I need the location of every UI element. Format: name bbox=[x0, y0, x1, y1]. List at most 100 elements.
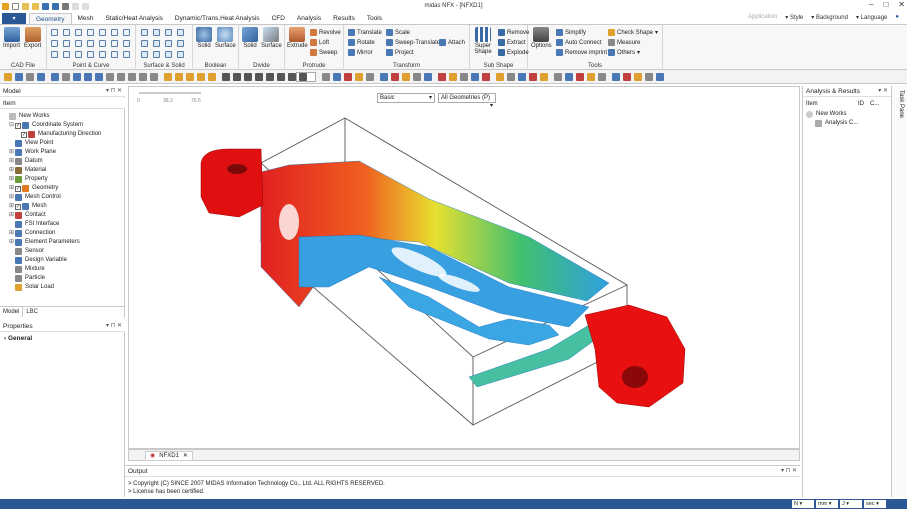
point-curve-tool-icon[interactable] bbox=[111, 51, 118, 58]
toolbar-tool-icon[interactable] bbox=[222, 73, 230, 81]
toolbar-tool-icon[interactable] bbox=[380, 73, 388, 81]
point-curve-tool-icon[interactable] bbox=[63, 40, 70, 47]
measure-button[interactable]: Measure bbox=[608, 38, 640, 47]
doc-tab-nfxd1[interactable]: ◉ NFXD1 ✕ bbox=[145, 451, 193, 461]
length-unit-select[interactable]: mm ▾ bbox=[816, 500, 838, 508]
options-button[interactable]: Options bbox=[531, 27, 552, 49]
point-curve-tool-icon[interactable] bbox=[87, 29, 94, 36]
tree-item-connection[interactable]: ⊞ Connection bbox=[9, 229, 55, 238]
point-curve-tool-icon[interactable] bbox=[99, 29, 106, 36]
tab-results[interactable]: Results bbox=[327, 13, 361, 24]
panel-controls[interactable]: ▾ ✕ bbox=[878, 86, 888, 97]
toolbar-tool-icon[interactable] bbox=[565, 73, 573, 81]
surface-solid-tool-icon[interactable] bbox=[165, 40, 172, 47]
toolbar-tool-icon[interactable] bbox=[4, 73, 12, 81]
scale-button[interactable]: Scale bbox=[386, 28, 410, 37]
tree-item-view-point[interactable]: View Point bbox=[9, 139, 53, 148]
toolbar-tool-icon[interactable] bbox=[576, 73, 584, 81]
extrude-button[interactable]: Extrude bbox=[287, 27, 308, 49]
tab-cfd[interactable]: CFD bbox=[266, 13, 291, 24]
point-curve-tool-icon[interactable] bbox=[51, 40, 58, 47]
panel-controls[interactable]: ▾ ⊓ ✕ bbox=[106, 321, 122, 332]
save-icon[interactable] bbox=[42, 2, 49, 10]
attach-button[interactable]: Attach bbox=[439, 38, 465, 47]
point-curve-tool-icon[interactable] bbox=[123, 40, 130, 47]
toolbar-tool-icon[interactable] bbox=[95, 73, 103, 81]
point-curve-tool-icon[interactable] bbox=[111, 29, 118, 36]
surface-solid-tool-icon[interactable] bbox=[177, 29, 184, 36]
mirror-button[interactable]: Mirror bbox=[348, 48, 373, 57]
point-curve-tool-icon[interactable] bbox=[123, 51, 130, 58]
import-button[interactable]: Import bbox=[3, 27, 20, 49]
tree-item-contact[interactable]: ⊞ Contact bbox=[9, 211, 46, 220]
remove-imprint-button[interactable]: Remove imprint bbox=[556, 48, 607, 57]
point-curve-tool-icon[interactable] bbox=[63, 51, 70, 58]
explode-button[interactable]: Explode bbox=[498, 48, 529, 57]
tree-item-mesh-control[interactable]: ⊞ Mesh Control bbox=[9, 193, 61, 202]
surface-solid-tool-icon[interactable] bbox=[153, 40, 160, 47]
toolbar-tool-icon[interactable] bbox=[26, 73, 34, 81]
tab-analysis[interactable]: Analysis bbox=[291, 13, 327, 24]
geometry-filter-select[interactable]: All Geometries (P) ▾ bbox=[438, 93, 496, 109]
toolbar-tool-icon[interactable] bbox=[438, 73, 446, 81]
toolbar-tool-icon[interactable] bbox=[634, 73, 642, 81]
tab-lbc[interactable]: LBC bbox=[23, 307, 41, 317]
point-curve-tool-icon[interactable] bbox=[111, 40, 118, 47]
undo-icon[interactable] bbox=[72, 2, 79, 10]
file-menu-button[interactable]: ▾ bbox=[2, 13, 26, 24]
open-folder-icon[interactable] bbox=[32, 2, 39, 10]
toolbar-tool-icon[interactable] bbox=[186, 73, 194, 81]
loft-button[interactable]: Loft bbox=[310, 38, 329, 47]
tab-mesh[interactable]: Mesh bbox=[72, 13, 100, 24]
toolbar-tool-icon[interactable] bbox=[344, 73, 352, 81]
time-unit-select[interactable]: sec ▾ bbox=[864, 500, 886, 508]
simplify-button[interactable]: Simplify bbox=[556, 28, 586, 37]
divide-solid-button[interactable]: Solid bbox=[242, 27, 258, 49]
new-icon[interactable] bbox=[12, 2, 19, 10]
point-curve-tool-icon[interactable] bbox=[51, 51, 58, 58]
toolbar-tool-icon[interactable] bbox=[333, 73, 341, 81]
tree-item-fsi-interface[interactable]: FSI Interface bbox=[9, 220, 59, 229]
tab-dynamic-trans-heat-analysis[interactable]: Dynamic/Trans.Heat Analysis bbox=[169, 13, 266, 24]
style-menu[interactable]: ▾ Style bbox=[785, 14, 803, 21]
energy-unit-select[interactable]: J ▾ bbox=[840, 500, 862, 508]
toolbar-tool-icon[interactable] bbox=[471, 73, 479, 81]
tree-item-element-parameters[interactable]: ⊞ Element Parameters bbox=[9, 238, 80, 247]
toolbar-tool-icon[interactable] bbox=[51, 73, 59, 81]
auto-connect-button[interactable]: Auto Connect bbox=[556, 38, 601, 47]
boolean-surface-button[interactable]: Surface bbox=[215, 27, 236, 49]
minimize-icon[interactable]: – bbox=[869, 0, 873, 9]
toolbar-tool-icon[interactable] bbox=[255, 73, 263, 81]
point-curve-tool-icon[interactable] bbox=[51, 29, 58, 36]
toolbar-tool-icon[interactable] bbox=[208, 73, 216, 81]
surface-solid-tool-icon[interactable] bbox=[165, 51, 172, 58]
point-curve-tool-icon[interactable] bbox=[87, 40, 94, 47]
toolbar-tool-icon[interactable] bbox=[164, 73, 172, 81]
point-curve-tool-icon[interactable] bbox=[63, 29, 70, 36]
export-button[interactable]: Export bbox=[24, 27, 41, 49]
sweep-button[interactable]: Sweep bbox=[310, 48, 337, 57]
analysis-case[interactable]: Analysis C... bbox=[815, 119, 858, 128]
toolbar-tool-icon[interactable] bbox=[518, 73, 526, 81]
toolbar-tool-icon[interactable] bbox=[73, 73, 81, 81]
tree-item-design-variable[interactable]: Design Variable bbox=[9, 256, 67, 265]
toolbar-tool-icon[interactable] bbox=[482, 73, 490, 81]
remove-button[interactable]: Remove bbox=[498, 28, 529, 37]
tab-tools[interactable]: Tools bbox=[361, 13, 388, 24]
toolbar-tool-icon[interactable] bbox=[15, 73, 23, 81]
toolbar-tool-icon[interactable] bbox=[424, 73, 432, 81]
toolbar-tool-icon[interactable] bbox=[197, 73, 205, 81]
background-menu[interactable]: ▾ Background bbox=[811, 14, 848, 21]
save-all-icon[interactable] bbox=[52, 2, 59, 10]
tree-item-mixture[interactable]: Mixture bbox=[9, 265, 45, 274]
surface-solid-tool-icon[interactable] bbox=[141, 51, 148, 58]
toolbar-tool-icon[interactable] bbox=[62, 73, 70, 81]
force-unit-select[interactable]: N ▾ bbox=[792, 500, 814, 508]
tree-item-particle[interactable]: Particle bbox=[9, 274, 45, 283]
tree-item-geometry[interactable]: ⊞ ✓ Geometry bbox=[9, 184, 58, 193]
toolbar-tool-icon[interactable] bbox=[128, 73, 136, 81]
surface-solid-tool-icon[interactable] bbox=[153, 29, 160, 36]
maximize-icon[interactable]: □ bbox=[883, 0, 888, 9]
point-curve-tool-icon[interactable] bbox=[99, 40, 106, 47]
surface-solid-tool-icon[interactable] bbox=[141, 29, 148, 36]
